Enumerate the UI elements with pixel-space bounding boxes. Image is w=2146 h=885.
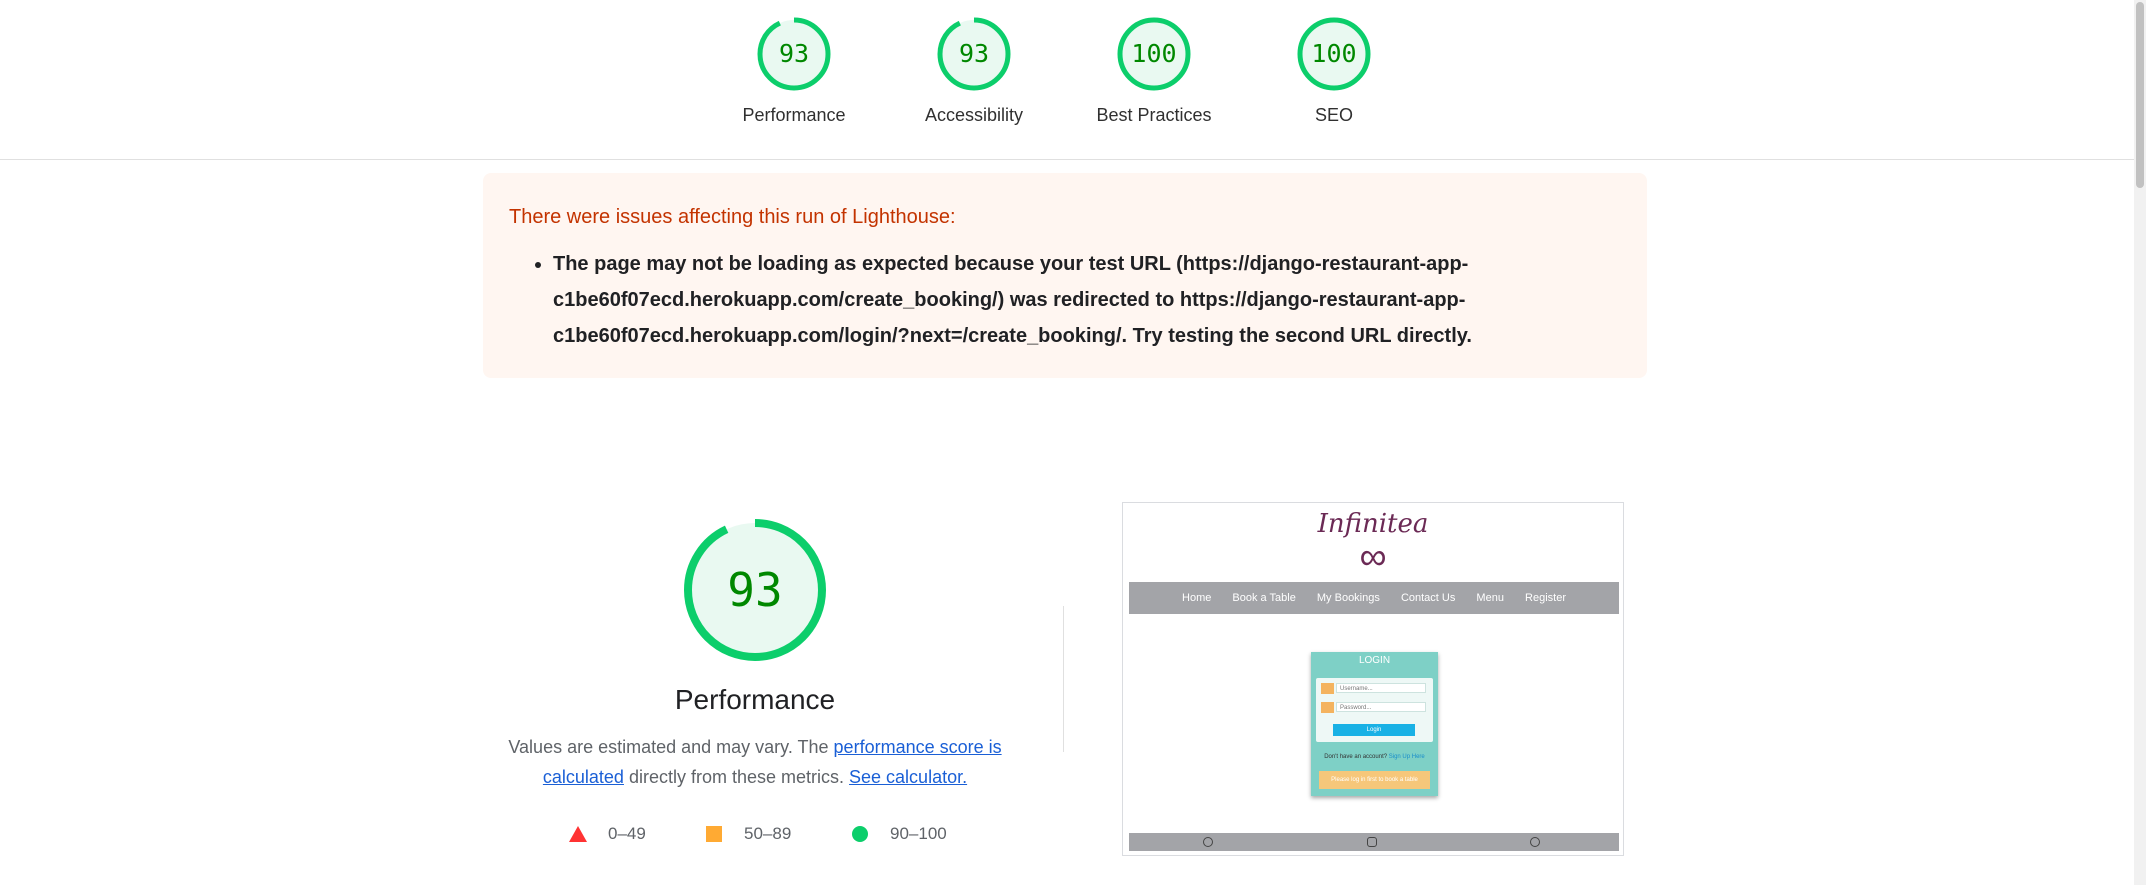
legend-range: 0–49 — [608, 824, 646, 843]
performance-description: Values are estimated and may vary. The p… — [495, 732, 1015, 792]
final-screenshot[interactable]: Infinitea ∞ Home Book a Table My Booking… — [1122, 502, 1624, 856]
section-divider — [1063, 606, 1064, 752]
warning-title: There were issues affecting this run of … — [509, 206, 956, 228]
score-summary-bar: 93 Performance 93 Accessibility 100 Best… — [0, 0, 2134, 160]
scrollbar-thumb[interactable] — [2136, 2, 2144, 188]
site-footer — [1129, 833, 1619, 851]
login-form: Username... Password... Login — [1316, 678, 1433, 742]
instagram-icon — [1367, 837, 1377, 847]
signup-text: Don't have an account? — [1324, 754, 1388, 760]
snapchat-icon — [1530, 837, 1540, 847]
score-gauge-best-practices[interactable]: 100 Best Practices — [1064, 16, 1244, 126]
gauge-value: 93 — [778, 39, 810, 68]
score-gauge-seo[interactable]: 100 SEO — [1244, 16, 1424, 126]
password-field: Password... — [1321, 702, 1428, 713]
infinity-logo-icon: ∞ — [1359, 536, 1387, 578]
runtime-warning-box: There were issues affecting this run of … — [483, 173, 1647, 378]
nav-item-contact-us: Contact Us — [1400, 592, 1456, 604]
nav-item-menu: Menu — [1476, 592, 1504, 604]
login-card: LOGIN Username... Password... Login Don'… — [1311, 652, 1438, 796]
vertical-scrollbar[interactable] — [2134, 0, 2146, 885]
username-field: Username... — [1321, 683, 1428, 694]
legend-range: 50–89 — [744, 824, 792, 843]
key-icon — [1321, 702, 1334, 713]
circle-icon — [852, 826, 868, 842]
warning-list: The page may not be loading as expected … — [525, 246, 1633, 354]
gauge-label: Performance — [742, 105, 846, 125]
gauge-value: 93 — [958, 39, 990, 68]
triangle-icon — [569, 826, 587, 842]
nav-item-book-a-table: Book a Table — [1232, 592, 1296, 604]
facebook-icon — [1203, 837, 1213, 847]
score-gauge-accessibility[interactable]: 93 Accessibility — [884, 16, 1064, 126]
password-input: Password... — [1336, 702, 1426, 712]
performance-score: 93 — [727, 563, 783, 617]
square-icon — [706, 826, 722, 842]
login-alert: Please log in first to book a table — [1319, 771, 1430, 789]
performance-gauge-large: 93 — [681, 516, 829, 664]
legend-range: 90–100 — [890, 824, 947, 843]
signup-prompt: Don't have an account? Sign Up Here — [1311, 754, 1438, 760]
performance-title: Performance — [674, 684, 836, 715]
gauge-value: 100 — [1311, 39, 1357, 68]
see-calculator-link[interactable]: See calculator. — [849, 767, 967, 787]
nav-item-my-bookings: My Bookings — [1316, 592, 1380, 604]
nav-item-register: Register — [1525, 592, 1566, 604]
warning-item: The page may not be loading as expected … — [553, 246, 1633, 354]
username-input: Username... — [1336, 683, 1426, 693]
score-gauge-performance[interactable]: 93 Performance — [704, 16, 884, 126]
gauge-label: Accessibility — [924, 105, 1024, 125]
signup-link: Sign Up Here — [1388, 754, 1425, 760]
login-title: LOGIN — [1358, 655, 1391, 666]
desc-prefix: Values are estimated and may vary. The — [508, 737, 834, 757]
user-icon — [1321, 683, 1334, 694]
nav-item-home: Home — [1182, 592, 1212, 604]
site-navbar: Home Book a Table My Bookings Contact Us… — [1129, 582, 1619, 614]
gauge-label: SEO — [1314, 105, 1353, 125]
gauge-value: 100 — [1131, 39, 1177, 68]
login-button: Login — [1333, 724, 1415, 736]
gauge-label: Best Practices — [1096, 105, 1212, 125]
desc-middle: directly from these metrics. — [623, 767, 850, 787]
